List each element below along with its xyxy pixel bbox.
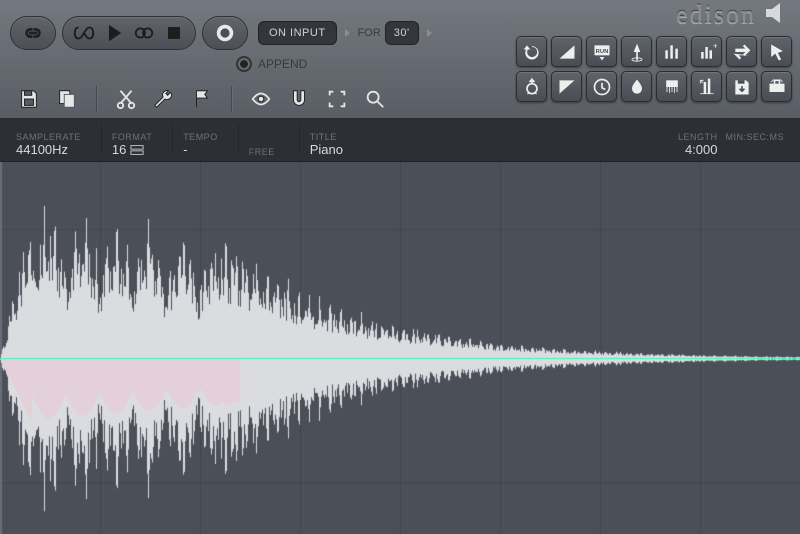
blur-button[interactable] — [621, 71, 652, 102]
copy-icon[interactable] — [56, 88, 78, 110]
waveform-canvas — [0, 162, 800, 534]
trim-button[interactable] — [691, 71, 722, 102]
append-label: APPEND — [258, 57, 307, 71]
time-button[interactable] — [586, 71, 617, 102]
brush-button[interactable] — [656, 71, 687, 102]
fade-in-button[interactable] — [551, 36, 582, 67]
run-script-button[interactable]: RUN — [586, 36, 617, 67]
length-label: LENGTH — [678, 132, 718, 142]
play-button[interactable] — [99, 19, 129, 47]
record-mode-label: ON INPUT — [269, 27, 326, 39]
separator — [299, 124, 300, 152]
record-button[interactable] — [202, 16, 248, 50]
wrench-icon[interactable] — [153, 88, 175, 110]
free-field: FREE — [249, 147, 279, 157]
speaker-icon[interactable] — [764, 2, 792, 24]
samplerate-label: SAMPLERATE — [16, 132, 81, 142]
append-toggle[interactable]: APPEND — [236, 56, 307, 72]
eye-icon[interactable] — [250, 88, 272, 110]
undo-button[interactable] — [516, 36, 547, 67]
zoom-icon[interactable] — [364, 88, 386, 110]
declip-button[interactable]: + — [691, 36, 722, 67]
arrow-tool-button[interactable] — [761, 36, 792, 67]
record-mode-dropdown[interactable]: ON INPUT — [258, 21, 337, 45]
svg-text:RUN: RUN — [595, 48, 608, 54]
load-state-button[interactable] — [726, 71, 757, 102]
title-field: TITLE Piano — [310, 132, 343, 157]
tune-button[interactable] — [516, 71, 547, 102]
duration-value: 30' — [394, 27, 410, 39]
select-region-icon[interactable] — [326, 88, 348, 110]
stop-button[interactable] — [159, 19, 189, 47]
for-label: FOR — [358, 27, 381, 39]
chevron-right-icon[interactable] — [427, 29, 432, 37]
tempo-value[interactable]: - — [183, 142, 218, 157]
separator — [172, 124, 173, 152]
chevron-right-icon[interactable] — [345, 29, 350, 37]
playback-pill — [62, 16, 196, 50]
radio-icon — [236, 56, 252, 72]
title-value[interactable]: Piano — [310, 142, 343, 157]
separator — [231, 86, 232, 112]
separator — [101, 124, 102, 152]
flag-icon[interactable] — [191, 88, 213, 110]
top-toolbar: edison ON INPUT FOR 30' APPEND — [0, 0, 800, 119]
separator — [238, 124, 239, 152]
acquire-button[interactable] — [761, 71, 792, 102]
svg-text:+: + — [712, 42, 716, 51]
amp-button[interactable] — [621, 36, 652, 67]
samplerate-value[interactable]: 44100Hz — [16, 142, 81, 157]
tempo-field: TEMPO - — [183, 132, 218, 157]
transport-row: ON INPUT FOR 30' — [10, 16, 438, 50]
reverse-button[interactable] — [726, 36, 757, 67]
title-label: TITLE — [310, 132, 343, 142]
cut-icon[interactable] — [115, 88, 137, 110]
length-field: LENGTH 4:000 — [678, 132, 718, 157]
samplerate-field: SAMPLERATE 44100Hz — [16, 132, 81, 157]
format-label: FORMAT — [112, 132, 152, 142]
free-label: FREE — [249, 147, 279, 157]
link-button[interactable] — [10, 16, 56, 50]
minsec-label: MIN:SEC:MS — [725, 132, 784, 142]
save-icon[interactable] — [18, 88, 40, 110]
length-value[interactable]: 4:000 — [685, 142, 718, 157]
duration-dropdown[interactable]: 30' — [385, 21, 419, 45]
loop-button[interactable] — [69, 19, 99, 47]
tempo-label: TEMPO — [183, 132, 218, 142]
edit-tools-row — [10, 86, 394, 112]
magnet-icon[interactable] — [288, 88, 310, 110]
format-field: FORMAT 16 — [112, 132, 152, 157]
minsec-field: MIN:SEC:MS — [725, 132, 784, 157]
waveform-display[interactable] — [0, 162, 800, 534]
separator — [96, 86, 97, 112]
format-value[interactable]: 16 — [112, 142, 152, 157]
fade-out-button[interactable] — [551, 71, 582, 102]
eq-button[interactable] — [656, 36, 687, 67]
info-bar: SAMPLERATE 44100Hz FORMAT 16 TEMPO - FRE… — [0, 119, 800, 162]
app-logo: edison — [676, 0, 756, 30]
stereo-icon — [130, 144, 144, 156]
function-tool-grid: RUN + — [516, 36, 792, 102]
reels-button[interactable] — [129, 19, 159, 47]
